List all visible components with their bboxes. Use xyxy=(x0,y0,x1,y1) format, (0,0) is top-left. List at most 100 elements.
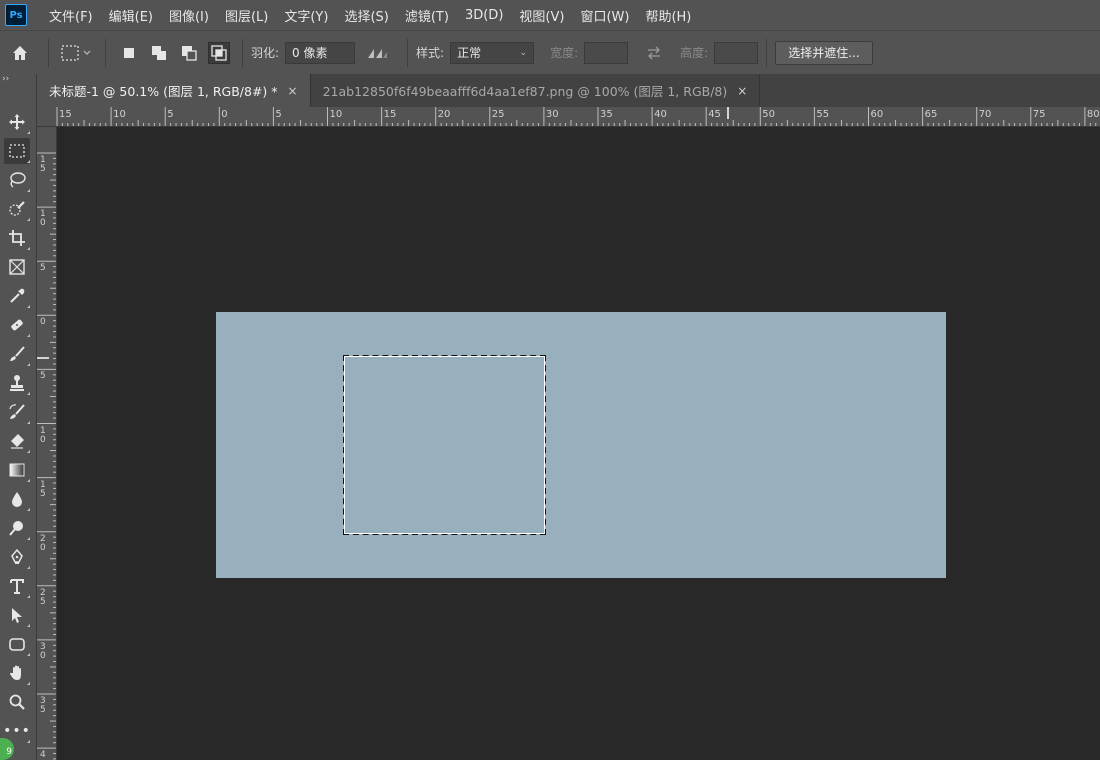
ruler-label: 0 xyxy=(221,109,228,120)
width-label: 宽度: xyxy=(550,46,579,60)
close-icon[interactable]: × xyxy=(737,84,747,98)
divider xyxy=(105,38,106,67)
horizontal-ruler[interactable]: 15 10 5 0 5 10 15 20 25 30 35 40 45 50 55 60 65 70 75 80 xyxy=(37,107,1100,127)
swap-width-height-icon[interactable] xyxy=(628,46,680,60)
rectangle-tool-icon[interactable] xyxy=(4,631,30,657)
type-tool-icon[interactable] xyxy=(4,573,30,599)
healing-brush-tool-icon[interactable] xyxy=(4,312,30,338)
ruler-label: 5 xyxy=(167,109,174,120)
blur-tool-icon[interactable] xyxy=(4,486,30,512)
lasso-tool-icon[interactable] xyxy=(4,167,30,193)
menu-view[interactable]: 视图(V) xyxy=(511,6,572,25)
menu-3d[interactable]: 3D(D) xyxy=(457,8,511,23)
ruler-label: 20 xyxy=(437,109,451,120)
menu-filter[interactable]: 滤镜(T) xyxy=(397,6,457,25)
document-canvas[interactable] xyxy=(216,312,946,578)
ruler-label: 35 xyxy=(600,109,613,120)
ruler-label: 1 0 xyxy=(40,209,46,229)
photoshop-logo-icon[interactable]: Ps xyxy=(5,4,27,26)
divider xyxy=(407,38,409,67)
height-input[interactable] xyxy=(714,41,759,64)
height-label: 高度: xyxy=(680,46,709,60)
ruler-label: 75 xyxy=(1032,109,1046,120)
marquee-selection[interactable] xyxy=(343,355,546,535)
ruler-label: 60 xyxy=(870,109,884,120)
ruler-label: 5 xyxy=(40,371,46,382)
ruler-label: 45 xyxy=(708,109,721,120)
ruler-label: 5 xyxy=(40,263,46,274)
ruler-label: 65 xyxy=(924,109,938,120)
select-and-mask-button[interactable]: 选择并遮住... xyxy=(775,40,873,65)
ruler-label: 15 xyxy=(59,109,72,120)
path-selection-tool-icon[interactable] xyxy=(4,602,30,628)
width-input[interactable] xyxy=(584,41,629,64)
document-tabs: 未标题-1 @ 50.1% (图层 1, RGB/8#) * × 21ab128… xyxy=(37,74,1100,107)
tools-panel: ›› ••• xyxy=(0,74,37,760)
style-select-value: 正常 xyxy=(457,46,482,60)
ruler-label: 0 xyxy=(40,317,46,328)
divider xyxy=(766,38,768,67)
rectangular-marquee-tool-icon[interactable] xyxy=(4,138,30,164)
subtract-from-selection-icon[interactable] xyxy=(178,42,200,64)
intersect-selection-icon[interactable] xyxy=(208,41,230,64)
ruler-label: 2 0 xyxy=(40,533,46,553)
tab-untitled-1[interactable]: 未标题-1 @ 50.1% (图层 1, RGB/8#) * × xyxy=(37,74,311,107)
home-icon[interactable] xyxy=(0,44,40,62)
collapse-panel-icon[interactable]: ›› xyxy=(0,74,37,86)
style-label: 样式: xyxy=(416,46,445,60)
ruler-label: 40 xyxy=(654,109,667,120)
clone-stamp-tool-icon[interactable] xyxy=(4,370,30,396)
dodge-tool-icon[interactable] xyxy=(4,515,30,541)
crop-tool-icon[interactable] xyxy=(4,225,30,251)
menu-file[interactable]: 文件(F) xyxy=(41,6,101,25)
ruler-label: 3 5 xyxy=(40,696,46,715)
feather-label: 羽化: xyxy=(251,46,280,60)
menu-select[interactable]: 选择(S) xyxy=(336,6,396,25)
zoom-tool-icon[interactable] xyxy=(4,689,30,715)
menu-type[interactable]: 文字(Y) xyxy=(276,6,336,25)
new-selection-icon[interactable] xyxy=(118,42,140,64)
pen-tool-icon[interactable] xyxy=(4,544,30,570)
ruler-label: 2 5 xyxy=(40,587,46,607)
ruler-label: 3 0 xyxy=(40,641,46,661)
tab-label: 21ab12850f6f49beaafff6d4aa1ef87.png @ 10… xyxy=(322,84,728,99)
eyedropper-tool-icon[interactable] xyxy=(4,283,30,309)
eraser-tool-icon[interactable] xyxy=(4,428,30,454)
ruler-label: 15 xyxy=(383,109,397,120)
ruler-label: 70 xyxy=(978,109,992,120)
menu-layer[interactable]: 图层(L) xyxy=(217,6,276,25)
menu-edit[interactable]: 编辑(E) xyxy=(101,6,161,25)
quick-selection-tool-icon[interactable] xyxy=(4,196,30,222)
ruler-label: 1 5 xyxy=(40,479,46,499)
style-select[interactable]: 正常 ⌄ xyxy=(450,41,535,64)
history-brush-tool-icon[interactable] xyxy=(4,399,30,425)
vertical-ruler[interactable]: 1 5 1 0 5 0 5 1 0 1 5 2 0 2 5 3 0 3 5 4 xyxy=(37,127,57,760)
close-icon[interactable]: × xyxy=(288,84,298,98)
menu-image[interactable]: 图像(I) xyxy=(161,6,217,25)
ruler-label: 1 0 xyxy=(40,425,46,445)
ruler-label: 5 xyxy=(275,109,282,120)
anti-alias-icon[interactable] xyxy=(355,46,399,60)
brush-tool-icon[interactable] xyxy=(4,341,30,367)
divider xyxy=(48,38,49,67)
ruler-label: 4 xyxy=(40,750,46,760)
ruler-label: 10 xyxy=(113,109,126,120)
menu-help[interactable]: 帮助(H) xyxy=(637,6,699,25)
chevron-down-icon: ⌄ xyxy=(519,47,528,58)
frame-tool-icon[interactable] xyxy=(4,254,30,280)
move-tool-icon[interactable] xyxy=(4,109,30,135)
add-to-selection-icon[interactable] xyxy=(148,42,170,64)
menu-bar: Ps 文件(F) 编辑(E) 图像(I) 图层(L) 文字(Y) 选择(S) 滤… xyxy=(0,0,1100,30)
options-bar: 羽化: 0 像素 样式: 正常 ⌄ 宽度: 高度: 选择并遮住... xyxy=(0,30,1100,74)
hand-tool-icon[interactable] xyxy=(4,660,30,686)
marquee-preset-picker[interactable] xyxy=(57,44,97,62)
gradient-tool-icon[interactable] xyxy=(4,457,30,483)
ruler-label: 30 xyxy=(545,109,559,120)
ruler-label: 25 xyxy=(491,109,505,120)
feather-input[interactable]: 0 像素 xyxy=(285,41,356,64)
ruler-label: 55 xyxy=(816,109,830,120)
tab-png-document[interactable]: 21ab12850f6f49beaafff6d4aa1ef87.png @ 10… xyxy=(311,74,761,107)
horizontal-ruler-ticks xyxy=(56,107,1097,126)
menu-window[interactable]: 窗口(W) xyxy=(572,6,637,25)
tab-label: 未标题-1 @ 50.1% (图层 1, RGB/8#) * xyxy=(49,84,278,99)
